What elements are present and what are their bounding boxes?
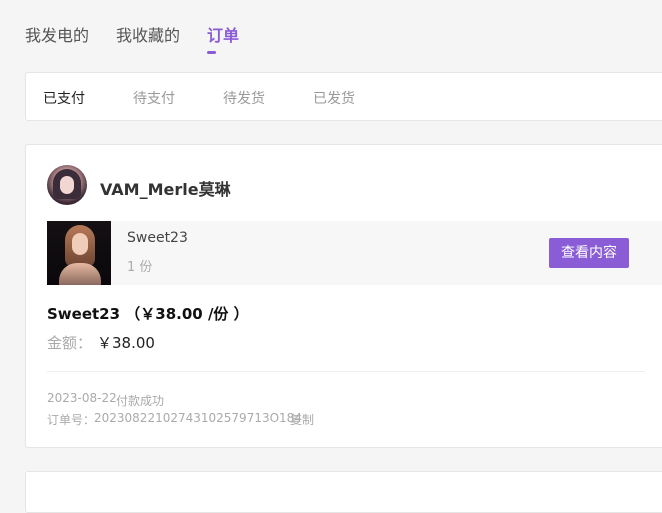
order-summary: Sweet23 （￥38.00 /份 ） bbox=[47, 305, 249, 323]
order-status-filter-bar: 已支付 待支付 待发货 已发货 bbox=[25, 72, 662, 121]
filter-pending-payment[interactable]: 待支付 bbox=[133, 88, 175, 108]
order-card: VAM_Merle莫琳 Sweet23 1 份 查看内容 Sweet23 （￥3… bbox=[25, 144, 662, 448]
copy-order-number-link[interactable]: 复制 bbox=[290, 411, 314, 428]
tab-orders[interactable]: 订单 bbox=[207, 22, 239, 46]
filter-shipped[interactable]: 已发货 bbox=[313, 88, 355, 108]
seller-avatar[interactable] bbox=[47, 165, 87, 205]
tab-my-favorites[interactable]: 我收藏的 bbox=[116, 22, 180, 46]
thumbnail-face-shape bbox=[72, 233, 88, 255]
amount-label: 金额： bbox=[47, 334, 93, 352]
avatar-face-shape bbox=[60, 176, 74, 194]
order-number: 20230822102743102579713O184 bbox=[94, 411, 302, 425]
tab-my-powered[interactable]: 我发电的 bbox=[25, 22, 89, 46]
next-order-card bbox=[25, 471, 662, 513]
thumbnail-body-shape bbox=[59, 263, 101, 285]
amount-value: ￥38.00 bbox=[97, 334, 155, 352]
filter-pending-shipment[interactable]: 待发货 bbox=[223, 88, 265, 108]
product-quantity: 1 份 bbox=[127, 260, 153, 275]
active-tab-underline bbox=[207, 51, 216, 54]
view-content-button[interactable]: 查看内容 bbox=[549, 238, 629, 268]
product-title: Sweet23 bbox=[127, 230, 188, 246]
divider bbox=[47, 371, 645, 372]
payment-status: 付款成功 bbox=[116, 394, 165, 408]
seller-name[interactable]: VAM_Merle莫琳 bbox=[100, 176, 231, 200]
filter-paid[interactable]: 已支付 bbox=[43, 88, 85, 108]
product-row: Sweet23 1 份 查看内容 bbox=[47, 221, 662, 285]
order-date: 2023-08-22 bbox=[47, 391, 117, 405]
product-thumbnail[interactable] bbox=[47, 221, 111, 285]
order-number-label: 订单号： bbox=[47, 413, 96, 427]
